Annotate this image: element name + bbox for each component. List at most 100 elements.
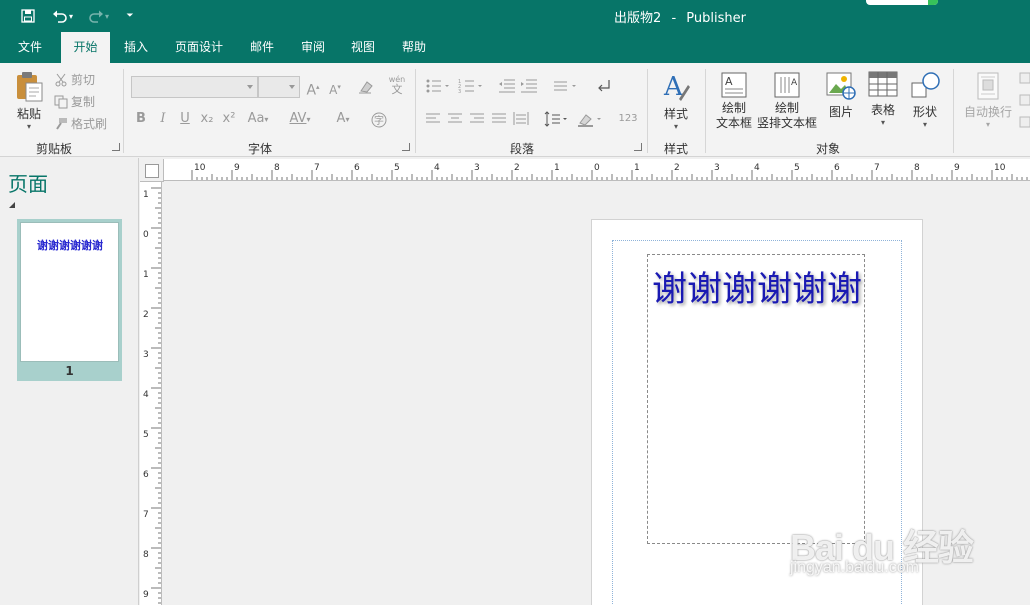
line-spacing-icon <box>543 111 571 127</box>
ruler-label: 5 <box>394 163 400 173</box>
paste-button[interactable]: 粘贴 ▾ <box>10 71 48 131</box>
ruler-label: 4 <box>434 163 440 173</box>
vertical-ruler-ticks: 1 0 1 2 3 4 5 6 7 8 9 <box>143 187 161 604</box>
paragraph-launcher-icon[interactable] <box>634 143 642 151</box>
text-box[interactable]: 谢谢谢谢谢谢 <box>647 254 865 544</box>
tab-view[interactable]: 视图 <box>342 32 384 63</box>
ruler-label: 8 <box>143 550 149 560</box>
tab-help[interactable]: 帮助 <box>393 32 435 63</box>
copy-icon <box>54 95 68 108</box>
undo-dropdown-icon[interactable]: ▾ <box>66 6 76 26</box>
ruler-label: 3 <box>474 163 480 173</box>
shapes-icon <box>911 72 940 98</box>
textbox-icon: A <box>721 72 747 98</box>
format-painter-label: 格式刷 <box>71 117 108 131</box>
draw-textbox-label-1: 绘制 <box>721 101 746 115</box>
title-bar: ▾ ▾ ⏷ 出版物2 - Publisher <box>0 0 1030 32</box>
horizontal-ruler[interactable]: 10 9 8 7 6 5 4 3 2 1 0 1 2 3 4 5 6 7 8 9 10 <box>164 159 1030 181</box>
change-case-button: Aa▾ <box>247 111 269 126</box>
ruler-label: 9 <box>234 163 240 173</box>
columns-icon <box>553 78 581 94</box>
char-spacing-label: AV <box>289 111 307 126</box>
tab-review[interactable]: 审阅 <box>292 32 334 63</box>
group-separator <box>415 69 416 153</box>
tab-file[interactable]: 文件 <box>8 32 52 63</box>
picture-button[interactable]: 图片 <box>822 71 860 120</box>
font-name-combobox[interactable] <box>131 76 258 98</box>
underline-button: U <box>180 111 190 126</box>
ruler-label: 2 <box>143 310 149 320</box>
ruler-label: 7 <box>143 510 149 520</box>
subscript-button: x₂ <box>200 111 214 126</box>
styles-label: 样式 <box>663 107 688 121</box>
table-button[interactable]: 表格 ▾ <box>864 71 902 127</box>
text-effects-icon: 字 <box>370 111 388 128</box>
ruler-origin[interactable] <box>140 159 164 182</box>
align-center-icon <box>447 111 465 127</box>
paste-icon <box>17 72 43 102</box>
thumbnail-text: 谢谢谢谢谢谢 <box>37 239 103 252</box>
format-painter-button: 格式刷 <box>54 115 107 132</box>
shapes-button[interactable]: 形状 ▾ <box>906 71 944 129</box>
document-canvas[interactable]: 谢谢谢谢谢谢 <box>163 182 1030 605</box>
draw-textbox-button[interactable]: A 绘制 文本框 <box>712 71 756 131</box>
ruler-label: 8 <box>274 163 280 173</box>
ruler-label: 9 <box>954 163 960 173</box>
table-label: 表格 <box>870 103 895 117</box>
shapes-label: 形状 <box>912 105 937 119</box>
page-number: 1 <box>65 364 74 378</box>
publication-page[interactable]: 谢谢谢谢谢谢 <box>591 219 923 605</box>
justify-icon <box>491 111 509 127</box>
group-label-clipboard: 剪贴板 <box>35 142 72 156</box>
tab-insert[interactable]: 插入 <box>115 32 157 63</box>
picture-label: 图片 <box>828 105 853 119</box>
ruler-label: 6 <box>354 163 360 173</box>
ruler-label: 3 <box>714 163 720 173</box>
horizontal-ruler-ticks: 10 9 8 7 6 5 4 3 2 1 0 1 2 3 4 5 6 7 8 9 10 <box>191 163 1028 180</box>
redo-dropdown-icon: ▾ <box>104 11 109 21</box>
styles-dropdown-icon[interactable]: ▾ <box>656 122 696 131</box>
collapse-triangle-icon[interactable] <box>9 202 15 208</box>
shapes-dropdown-icon[interactable]: ▾ <box>906 120 944 129</box>
save-icon[interactable] <box>18 6 38 26</box>
paste-dropdown-icon[interactable]: ▾ <box>10 122 48 131</box>
font-launcher-icon[interactable] <box>402 143 410 151</box>
account-indicator[interactable] <box>866 0 938 5</box>
ruler-label: 8 <box>914 163 920 173</box>
ruler-label: 1 <box>554 163 560 173</box>
vertical-textbox-icon: A <box>774 72 800 98</box>
customize-qat-icon[interactable]: ⏷ <box>120 6 140 26</box>
font-size-combobox[interactable] <box>258 76 300 98</box>
ruler-label: 1 <box>143 270 149 280</box>
wrap-text-dropdown-icon: ▾ <box>985 120 990 129</box>
increase-indent-icon <box>520 78 538 94</box>
page-thumbnail[interactable]: 谢谢谢谢谢谢 1 <box>17 219 122 381</box>
pages-pane-title: 页面 <box>8 172 48 196</box>
svg-text:3: 3 <box>458 89 461 94</box>
draw-vtextbox-label-2: 竖排文本框 <box>756 116 817 130</box>
ruler-label: 6 <box>143 470 149 480</box>
ruler-label: 3 <box>143 350 149 360</box>
clipboard-launcher-icon[interactable] <box>112 143 120 151</box>
table-dropdown-icon[interactable]: ▾ <box>864 118 902 127</box>
ruler-label: 10 <box>194 163 206 173</box>
tab-home[interactable]: 开始 <box>61 32 110 63</box>
draw-vertical-textbox-button[interactable]: A 绘制 竖排文本框 <box>756 71 818 131</box>
align-left-icon <box>425 111 443 127</box>
ribbon: 粘贴 ▾ 剪切 复制 格式刷 剪贴板 A▴ A▾ wén 文 B I U x₂ … <box>0 63 1030 157</box>
shading-icon <box>577 111 605 127</box>
tab-page-design[interactable]: 页面设计 <box>168 32 230 63</box>
copy-label: 复制 <box>71 95 96 109</box>
pages-pane: 页面 谢谢谢谢谢谢 1 <box>0 158 139 605</box>
group-separator <box>123 69 124 153</box>
group-separator <box>953 69 954 153</box>
ruler-label: 5 <box>143 430 149 440</box>
paste-label: 粘贴 <box>16 107 41 121</box>
tab-mailings[interactable]: 邮件 <box>241 32 283 63</box>
svg-text:字: 字 <box>374 114 384 127</box>
char-spacing-button: AV▾ <box>289 111 311 126</box>
styles-button[interactable]: A 样式 ▾ <box>656 71 696 131</box>
draw-textbox-label-2: 文本框 <box>715 116 752 130</box>
text-box-content[interactable]: 谢谢谢谢谢谢 <box>652 261 862 319</box>
vertical-ruler[interactable]: 1 0 1 2 3 4 5 6 7 8 9 <box>140 182 162 605</box>
